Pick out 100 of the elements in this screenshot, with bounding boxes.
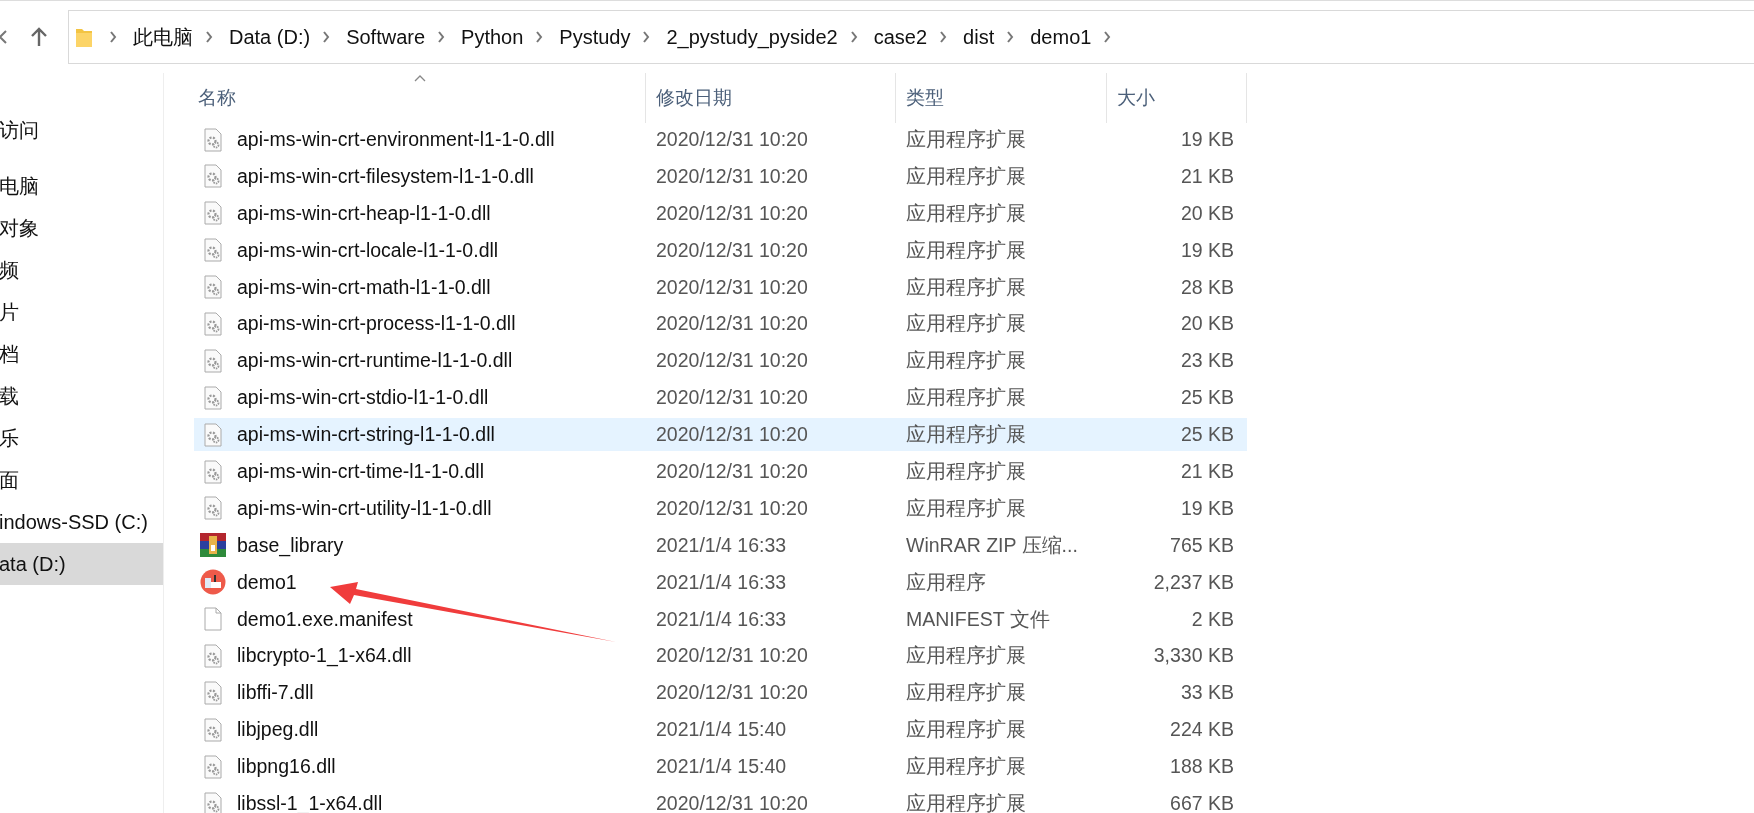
file-size: 224 KB (1169, 718, 1235, 742)
column-header[interactable]: 修改日期 (646, 73, 896, 123)
file-row[interactable]: api-ms-win-crt-math-l1-1-0.dll 2020/12/31 10:20 应用程序扩展 28 KB (194, 270, 1247, 304)
file-row[interactable]: demo1.exe.manifest 2021/1/4 16:33 MANIFEST 文件 2 KB (194, 602, 1247, 636)
file-size: 25 KB (1179, 423, 1235, 447)
file-row[interactable]: libjpeg.dll 2021/1/4 15:40 应用程序扩展 224 KB (194, 713, 1247, 747)
file-row[interactable]: api-ms-win-crt-process-l1-1-0.dll 2020/12/31 10:20 应用程序扩展 20 KB (194, 307, 1247, 341)
file-type: 应用程序扩展 (905, 791, 1027, 813)
breadcrumb[interactable]: Software (346, 25, 426, 49)
nav-item[interactable]: ata (D:) (0, 543, 163, 585)
modified-date: 2020/12/31 10:20 (655, 644, 809, 668)
nav-item[interactable]: 面 (0, 459, 163, 501)
file-size: 33 KB (1179, 681, 1235, 705)
file-row[interactable]: api-ms-win-crt-filesystem-l1-1-0.dll 2020/12/31 10:20 应用程序扩展 21 KB (194, 159, 1247, 193)
file-row[interactable]: libffi-7.dll 2020/12/31 10:20 应用程序扩展 33 KB (194, 676, 1247, 710)
nav-item[interactable]: 乐 (0, 417, 163, 459)
file-size: 2 KB (1190, 607, 1235, 631)
file-size: 23 KB (1179, 349, 1235, 373)
modified-date: 2021/1/4 15:40 (655, 718, 788, 742)
file-name: api-ms-win-crt-heap-l1-1-0.dll (237, 201, 491, 225)
file-row[interactable]: api-ms-win-crt-stdio-l1-1-0.dll 2020/12/31 10:20 应用程序扩展 25 KB (194, 381, 1247, 415)
file-row[interactable]: libcrypto-1_1-x64.dll 2020/12/31 10:20 应用程序扩展 3,330 KB (194, 639, 1247, 673)
file-row[interactable]: libssl-1_1-x64.dll 2020/12/31 10:20 应用程序扩展 667 KB (194, 787, 1247, 813)
modified-date: 2021/1/4 16:33 (655, 607, 788, 631)
books-icon (200, 532, 226, 559)
nav-item[interactable]: indows-SSD (C:) (0, 501, 163, 543)
modified-date: 2020/12/31 10:20 (655, 681, 809, 705)
file-size: 28 KB (1179, 275, 1235, 299)
file-name: libcrypto-1_1-x64.dll (237, 644, 412, 668)
chevron-icon[interactable] (1006, 31, 1015, 43)
nav-item[interactable]: 电脑 (0, 165, 163, 207)
address-bar[interactable]: 此电脑 Data (D:) Software Python Pystudy 2_pystudy_pyside2 case2 dist demo1 (68, 10, 1754, 64)
chevron-icon[interactable] (939, 31, 948, 43)
modified-date: 2021/1/4 16:33 (655, 570, 788, 594)
breadcrumb[interactable]: 2_pystudy_pyside2 (666, 25, 838, 49)
file-size: 20 KB (1179, 201, 1235, 225)
nav-item[interactable]: 片 (0, 291, 163, 333)
file-name: api-ms-win-crt-math-l1-1-0.dll (237, 275, 491, 299)
chevron-icon[interactable] (109, 31, 117, 43)
modified-date: 2020/12/31 10:20 (655, 201, 809, 225)
file-row[interactable]: api-ms-win-crt-string-l1-1-0.dll 2020/12/31 10:20 应用程序扩展 25 KB (194, 418, 1247, 452)
file-name: demo1.exe.manifest (237, 607, 413, 631)
chevron-icon[interactable] (642, 31, 651, 43)
breadcrumb[interactable]: case2 (873, 25, 928, 49)
nav-item[interactable]: 载 (0, 375, 163, 417)
nav-item[interactable]: 频 (0, 249, 163, 291)
column-header[interactable]: 大小 (1107, 73, 1247, 123)
file-type: 应用程序扩展 (905, 680, 1027, 706)
file-name: libjpeg.dll (237, 718, 319, 742)
breadcrumb[interactable]: 此电脑 (133, 23, 193, 51)
file-name: api-ms-win-crt-environment-l1-1-0.dll (237, 128, 555, 151)
breadcrumb[interactable]: demo1 (1030, 25, 1092, 49)
file-row[interactable]: api-ms-win-crt-time-l1-1-0.dll 2020/12/31 10:20 应用程序扩展 21 KB (194, 455, 1247, 488)
file-name: api-ms-win-crt-string-l1-1-0.dll (237, 423, 495, 447)
breadcrumb[interactable]: Data (D:) (229, 25, 311, 49)
file-name: api-ms-win-crt-utility-l1-1-0.dll (237, 496, 492, 520)
chevron-icon[interactable] (849, 31, 858, 43)
column-header[interactable]: 名称 (194, 73, 646, 123)
column-header[interactable]: 类型 (896, 73, 1107, 123)
modified-date: 2020/12/31 10:20 (655, 792, 809, 813)
file-size: 21 KB (1179, 460, 1235, 483)
nav-item[interactable]: 对象 (0, 207, 163, 249)
sort-caret-icon (413, 75, 426, 82)
file-name: api-ms-win-crt-locale-l1-1-0.dll (237, 238, 499, 262)
file-size: 188 KB (1169, 755, 1235, 779)
file-type: 应用程序扩展 (905, 274, 1027, 300)
breadcrumb[interactable]: dist (963, 25, 995, 49)
chevron-icon[interactable] (205, 31, 213, 43)
chevron-icon[interactable] (437, 31, 446, 43)
modified-date: 2020/12/31 10:20 (655, 312, 809, 336)
file-type: WinRAR ZIP 压缩... (905, 532, 1079, 558)
file-row[interactable]: demo1 2021/1/4 16:33 应用程序 2,237 KB (194, 565, 1247, 599)
file-name: libffi-7.dll (237, 681, 314, 705)
breadcrumb[interactable]: Python (461, 25, 524, 49)
modified-date: 2020/12/31 10:20 (655, 238, 809, 262)
file-type: 应用程序扩展 (905, 385, 1027, 411)
file-row[interactable]: api-ms-win-crt-utility-l1-1-0.dll 2020/12/31 10:20 应用程序扩展 19 KB (194, 491, 1247, 525)
file-row[interactable]: libpng16.dll 2021/1/4 15:40 应用程序扩展 188 KB (194, 750, 1247, 784)
file-row[interactable]: api-ms-win-crt-locale-l1-1-0.dll 2020/12/31 10:20 应用程序扩展 19 KB (194, 233, 1247, 267)
breadcrumb[interactable]: Pystudy (559, 25, 631, 49)
up-arrow-icon[interactable] (30, 27, 48, 47)
file-name: base_library (237, 533, 344, 557)
chevron-icon[interactable] (322, 31, 331, 43)
chevron-icon[interactable] (1103, 31, 1112, 43)
file-size: 19 KB (1179, 496, 1235, 520)
file-name: api-ms-win-crt-time-l1-1-0.dll (237, 460, 485, 483)
file-row[interactable]: api-ms-win-crt-environment-l1-1-0.dll 2020/12/31 10:20 应用程序扩展 19 KB (194, 123, 1247, 156)
file-type: 应用程序扩展 (905, 495, 1027, 521)
file-size: 19 KB (1179, 128, 1235, 151)
file-name: api-ms-win-crt-process-l1-1-0.dll (237, 312, 516, 336)
back-icon[interactable] (0, 29, 8, 45)
file-row[interactable]: base_library 2021/1/4 16:33 WinRAR ZIP 压缩... 765 KB (194, 528, 1247, 562)
file-type: 应用程序扩展 (905, 311, 1027, 337)
modified-date: 2021/1/4 15:40 (655, 755, 788, 779)
chevron-icon[interactable] (535, 31, 544, 43)
file-size: 21 KB (1179, 164, 1235, 188)
file-size: 667 KB (1169, 792, 1235, 813)
file-row[interactable]: api-ms-win-crt-heap-l1-1-0.dll 2020/12/31 10:20 应用程序扩展 20 KB (194, 196, 1247, 230)
modified-date: 2020/12/31 10:20 (655, 349, 809, 373)
file-row[interactable]: api-ms-win-crt-runtime-l1-1-0.dll 2020/12/31 10:20 应用程序扩展 23 KB (194, 344, 1247, 378)
